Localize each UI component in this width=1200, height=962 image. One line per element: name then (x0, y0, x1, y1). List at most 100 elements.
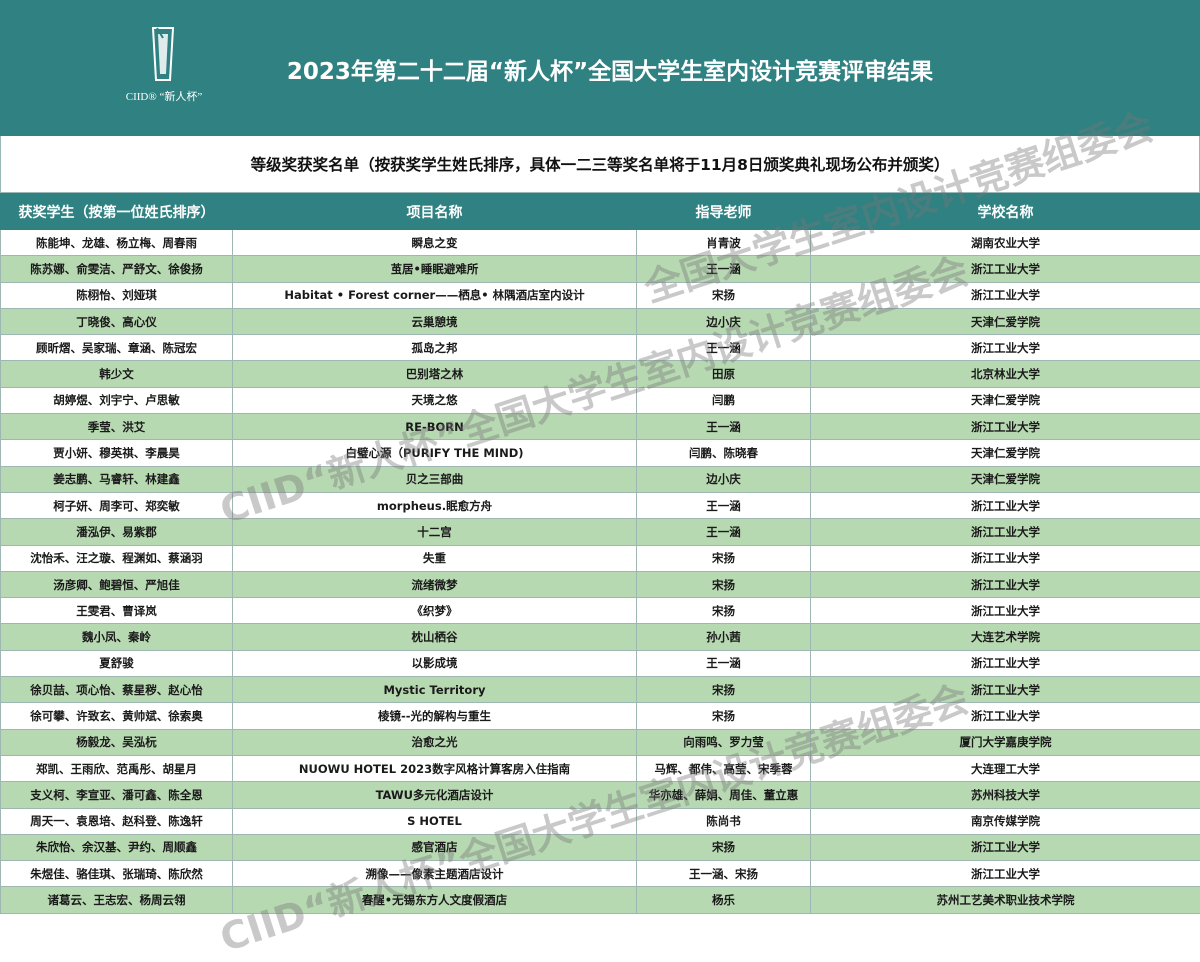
cell-students: 贾小妍、穆英祺、李晨昊 (1, 440, 233, 466)
cell-project: 枕山栖谷 (233, 624, 637, 650)
cell-project: 棱镜--光的解构与重生 (233, 703, 637, 729)
cell-students: 季莹、洪艾 (1, 414, 233, 440)
table-row: 支义柯、李宣亚、潘可鑫、陈全恩TAWU多元化酒店设计华亦雄、薛娟、周佳、董立惠苏… (1, 782, 1200, 808)
cell-school: 浙江工业大学 (811, 703, 1200, 729)
table-row: 魏小凤、秦岭枕山栖谷孙小茜大连艺术学院 (1, 624, 1200, 650)
cell-school: 浙江工业大学 (811, 545, 1200, 571)
header-advisor: 指导老师 (637, 194, 811, 230)
cell-school: 大连理工大学 (811, 755, 1200, 781)
header-school: 学校名称 (811, 194, 1200, 230)
cell-project: NUOWU HOTEL 2023数字风格计算客房入住指南 (233, 755, 637, 781)
table-row: 汤彦卿、鲍碧恒、严旭佳流绪微梦宋扬浙江工业大学 (1, 571, 1200, 597)
cell-project: Mystic Territory (233, 677, 637, 703)
cell-advisor: 田原 (637, 361, 811, 387)
cell-school: 浙江工业大学 (811, 677, 1200, 703)
cell-advisor: 王一涵 (637, 335, 811, 361)
cell-school: 苏州工艺美术职业技术学院 (811, 887, 1200, 913)
cell-advisor: 王一涵 (637, 519, 811, 545)
table-row: 朱煜佳、骆佳琪、张瑞琦、陈欣然溯像——像素主题酒店设计王一涵、宋扬浙江工业大学 (1, 861, 1200, 887)
cell-students: 陈能坤、龙雄、杨立梅、周春雨 (1, 230, 233, 256)
cell-advisor: 王一涵 (637, 414, 811, 440)
cell-advisor: 宋扬 (637, 545, 811, 571)
cell-students: 柯子妍、周李可、郑奕敏 (1, 492, 233, 518)
cell-advisor: 肖青波 (637, 230, 811, 256)
cell-school: 天津仁爱学院 (811, 387, 1200, 413)
subtitle: 等级奖获奖名单（按获奖学生姓氏排序，具体一二三等奖名单将于11月8日颁奖典礼现场… (1, 153, 1199, 175)
cell-school: 浙江工业大学 (811, 492, 1200, 518)
cell-students: 徐可攀、许致玄、黄帅斌、徐索奥 (1, 703, 233, 729)
cell-students: 魏小凤、秦岭 (1, 624, 233, 650)
cell-advisor: 杨乐 (637, 887, 811, 913)
table-row: 朱欣怡、余汉基、尹约、周顺鑫感官酒店宋扬浙江工业大学 (1, 834, 1200, 860)
cell-advisor: 王一涵 (637, 492, 811, 518)
cell-project: 溯像——像素主题酒店设计 (233, 861, 637, 887)
cell-project: RE-BORN (233, 414, 637, 440)
table-row: 顾昕熠、吴家瑞、章涵、陈冠宏孤岛之邦王一涵浙江工业大学 (1, 335, 1200, 361)
table-row: 王雯君、曹译岚《织梦》宋扬浙江工业大学 (1, 598, 1200, 624)
cell-school: 苏州科技大学 (811, 782, 1200, 808)
table-row: 杨毅龙、吴泓杬治愈之光向雨鸣、罗力莹厦门大学嘉庚学院 (1, 729, 1200, 755)
cell-school: 浙江工业大学 (811, 256, 1200, 282)
table-row: 陈能坤、龙雄、杨立梅、周春雨瞬息之变肖青波湖南农业大学 (1, 230, 1200, 256)
table-row: 徐贝喆、项心怡、蔡星秽、赵心怡Mystic Territory宋扬浙江工业大学 (1, 677, 1200, 703)
cell-students: 徐贝喆、项心怡、蔡星秽、赵心怡 (1, 677, 233, 703)
cell-school: 大连艺术学院 (811, 624, 1200, 650)
cell-advisor: 宋扬 (637, 834, 811, 860)
cell-project: 贝之三部曲 (233, 466, 637, 492)
table-row: 沈怡禾、汪之璇、程渊如、蔡涵羽失重宋扬浙江工业大学 (1, 545, 1200, 571)
trophy-logo-icon (148, 26, 178, 82)
cell-advisor: 向雨鸣、罗力莹 (637, 729, 811, 755)
table-row: 陈苏娜、俞雯洁、严舒文、徐俊扬茧居•睡眠避难所王一涵浙江工业大学 (1, 256, 1200, 282)
cell-school: 浙江工业大学 (811, 598, 1200, 624)
cell-project: 治愈之光 (233, 729, 637, 755)
cell-students: 陈栩怡、刘娅琪 (1, 282, 233, 308)
cell-school: 浙江工业大学 (811, 650, 1200, 676)
page-title: 2023年第二十二届“新人杯”全国大学生室内设计竞赛评审结果 (230, 52, 990, 86)
cell-advisor: 孙小茜 (637, 624, 811, 650)
cell-advisor: 华亦雄、薛娟、周佳、董立惠 (637, 782, 811, 808)
cell-school: 浙江工业大学 (811, 414, 1200, 440)
table-row: 郑凯、王雨欣、范禹彤、胡星月NUOWU HOTEL 2023数字风格计算客房入住… (1, 755, 1200, 781)
table-row: 柯子妍、周李可、郑奕敏morpheus.眠愈方舟王一涵浙江工业大学 (1, 492, 1200, 518)
cell-advisor: 马辉、都伟、高莹、宋季蓉 (637, 755, 811, 781)
cell-students: 王雯君、曹译岚 (1, 598, 233, 624)
cell-advisor: 王一涵 (637, 256, 811, 282)
cell-students: 支义柯、李宣亚、潘可鑫、陈全恩 (1, 782, 233, 808)
cell-project: 茧居•睡眠避难所 (233, 256, 637, 282)
cell-students: 顾昕熠、吴家瑞、章涵、陈冠宏 (1, 335, 233, 361)
cell-project: 《织梦》 (233, 598, 637, 624)
cell-students: 潘泓伊、易紫郡 (1, 519, 233, 545)
cell-project: 孤岛之邦 (233, 335, 637, 361)
table-body: 陈能坤、龙雄、杨立梅、周春雨瞬息之变肖青波湖南农业大学陈苏娜、俞雯洁、严舒文、徐… (1, 230, 1200, 914)
cell-advisor: 宋扬 (637, 282, 811, 308)
cell-advisor: 王一涵 (637, 650, 811, 676)
cell-school: 浙江工业大学 (811, 834, 1200, 860)
cell-students: 胡婷煜、刘宇宁、卢思敏 (1, 387, 233, 413)
cell-school: 天津仁爱学院 (811, 466, 1200, 492)
cell-advisor: 宋扬 (637, 677, 811, 703)
logo-text: CIID® “新人杯” (112, 88, 216, 104)
cell-project: 白璧心源（PURIFY THE MIND) (233, 440, 637, 466)
cell-students: 周天一、袁恩培、赵科登、陈逸轩 (1, 808, 233, 834)
header-students: 获奖学生（按第一位姓氏排序） (1, 194, 233, 230)
cell-project: 十二宫 (233, 519, 637, 545)
cell-school: 浙江工业大学 (811, 571, 1200, 597)
table-row: 贾小妍、穆英祺、李晨昊白璧心源（PURIFY THE MIND)闫鹏、陈晓春天津… (1, 440, 1200, 466)
cell-students: 姜志鹏、马睿轩、林建鑫 (1, 466, 233, 492)
cell-advisor: 闫鹏、陈晓春 (637, 440, 811, 466)
cell-advisor: 宋扬 (637, 598, 811, 624)
cell-school: 天津仁爱学院 (811, 308, 1200, 334)
cell-project: S HOTEL (233, 808, 637, 834)
ciid-logo: CIID® “新人杯” (112, 26, 216, 110)
cell-advisor: 边小庆 (637, 308, 811, 334)
cell-school: 天津仁爱学院 (811, 440, 1200, 466)
cell-advisor: 宋扬 (637, 703, 811, 729)
cell-school: 湖南农业大学 (811, 230, 1200, 256)
header-banner: CIID® “新人杯” 2023年第二十二届“新人杯”全国大学生室内设计竞赛评审… (0, 0, 1200, 136)
table-row: 陈栩怡、刘娅琪Habitat • Forest corner——栖息• 林隅酒店… (1, 282, 1200, 308)
cell-project: 云巢憩境 (233, 308, 637, 334)
cell-school: 南京传媒学院 (811, 808, 1200, 834)
cell-project: 天境之悠 (233, 387, 637, 413)
cell-project: 以影成境 (233, 650, 637, 676)
cell-students: 夏舒骏 (1, 650, 233, 676)
